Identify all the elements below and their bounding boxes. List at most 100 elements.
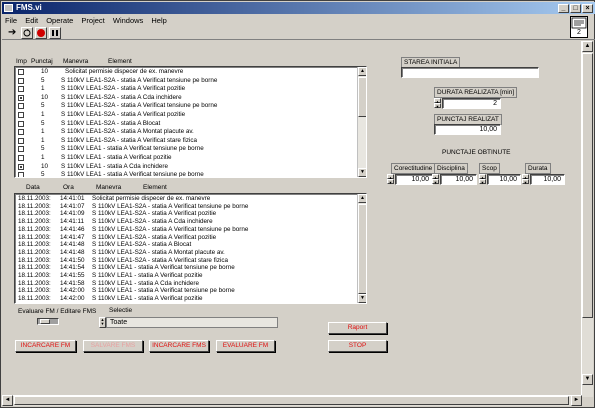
window-hscrollbar[interactable]: ◄ ► bbox=[2, 395, 582, 406]
log-list[interactable]: 18.11.2003: 14:42:00 S 110kV LEA1 - statia… bbox=[14, 193, 367, 304]
incarcare-fm-button[interactable]: INCARCARE FM bbox=[15, 340, 76, 352]
minimize-button[interactable]: _ bbox=[558, 4, 569, 13]
raport-button[interactable]: Raport bbox=[328, 322, 387, 334]
imp-checkbox[interactable] bbox=[18, 172, 24, 177]
imp-checkbox[interactable] bbox=[18, 137, 24, 144]
durata-stepper[interactable]: ▲ ▼ bbox=[434, 98, 441, 109]
imp-checkbox[interactable] bbox=[18, 146, 24, 153]
maneuver-text: S 110kV LEA1-S2A - statia A Blocat bbox=[61, 119, 161, 127]
list-item[interactable]: 5 S 110kV LEA1-S2A - statia A Blocat bbox=[15, 120, 355, 129]
scroll-right-icon[interactable]: ► bbox=[571, 395, 582, 406]
scroll-up-icon[interactable]: ▲ bbox=[582, 41, 593, 52]
list-item[interactable]: 5 S 110kV LEA1-S2A - statia A Verificat t… bbox=[15, 102, 355, 111]
list-item[interactable]: 5 S 110kV LEA1 - statia A Verificat tensi… bbox=[15, 171, 355, 177]
scroll-up-icon[interactable]: ▲ bbox=[358, 194, 366, 203]
log-row[interactable]: 18.11.2003: 14:41:09 S 110kV LEA1-S2A - st… bbox=[15, 210, 355, 218]
log-time: 14:41:50 bbox=[60, 256, 85, 264]
score-scop-field[interactable]: 10,00 bbox=[487, 174, 521, 185]
log-row[interactable]: 18.11.2003: 14:42:00 S 110kV LEA1 - statia… bbox=[15, 287, 355, 295]
imp-checkbox[interactable] bbox=[18, 112, 24, 118]
imp-checkbox[interactable] bbox=[18, 94, 24, 101]
score-disciplina-field[interactable]: 10,00 bbox=[440, 174, 477, 185]
log-row[interactable]: 18.11.2003: 14:41:47 S 110kV LEA1-S2A - st… bbox=[15, 234, 355, 242]
log-row[interactable]: 18.11.2003: 14:42:00 S 110kV LEA1 - statia… bbox=[15, 295, 355, 303]
punctaj-cell: 10 bbox=[41, 68, 49, 75]
log-row[interactable]: 18.11.2003: 14:41:54 S 110kV LEA1 - statia… bbox=[15, 264, 355, 272]
imp-checkbox[interactable] bbox=[18, 120, 24, 127]
corectitudine-stepper[interactable]: ▲ ▼ bbox=[387, 174, 394, 185]
log-time: 14:41:48 bbox=[60, 248, 85, 256]
score-durata-field[interactable]: 10,00 bbox=[530, 174, 565, 185]
menu-file[interactable]: File bbox=[2, 15, 20, 26]
selectie-spin-icon[interactable]: ▲ ▼ bbox=[99, 317, 106, 328]
scroll-down-icon[interactable]: ▼ bbox=[358, 294, 366, 303]
imp-checkbox[interactable] bbox=[18, 103, 24, 110]
run-continuous-icon[interactable] bbox=[21, 27, 33, 39]
imp-checkbox[interactable] bbox=[18, 129, 24, 136]
log-row[interactable]: 18.11.2003: 14:41:58 S 110kV LEA1 - statia… bbox=[15, 280, 355, 288]
imp-checkbox[interactable] bbox=[18, 77, 24, 84]
log-row[interactable]: 18.11.2003: 14:41:07 S 110kV LEA1-S2A - st… bbox=[15, 203, 355, 211]
disciplina-stepper[interactable]: ▲ ▼ bbox=[432, 174, 439, 185]
vscroll-thumb[interactable] bbox=[582, 53, 593, 318]
log-row[interactable]: 18.11.2003: 14:41:48 S 110kV LEA1-S2A - st… bbox=[15, 249, 355, 257]
scroll-up-icon[interactable]: ▲ bbox=[358, 67, 366, 76]
menu-help[interactable]: Help bbox=[148, 15, 169, 26]
log-text: S 110kV LEA1-S2A - statia A Verificat st… bbox=[92, 256, 229, 264]
imp-checkbox[interactable] bbox=[18, 155, 24, 161]
durata-realizata-field[interactable]: 2 bbox=[442, 98, 501, 109]
log-row[interactable]: 18.11.2003: 14:41:50 S 110kV LEA1-S2A - st… bbox=[15, 257, 355, 265]
menu-operate[interactable]: Operate bbox=[43, 15, 76, 26]
maximize-button[interactable]: □ bbox=[570, 4, 581, 13]
list-item[interactable]: 10 S 110kV LEA1 - statia A Cda inchidere bbox=[15, 163, 355, 172]
scroll-down-icon[interactable]: ▼ bbox=[358, 168, 366, 177]
imp-checkbox[interactable] bbox=[18, 86, 24, 93]
scop-stepper[interactable]: ▲ ▼ bbox=[479, 174, 486, 185]
mode-toggle-switch[interactable] bbox=[37, 318, 59, 325]
log-row[interactable]: 18.11.2003: 14:41:11 S 110kV LEA1-S2A - st… bbox=[15, 218, 355, 226]
scroll-left-icon[interactable]: ◄ bbox=[2, 395, 13, 406]
menu-edit[interactable]: Edit bbox=[22, 15, 41, 26]
evaluare-fm-button[interactable]: EVALUARE FM bbox=[216, 340, 275, 352]
run-arrow-icon[interactable]: ➔ bbox=[8, 27, 16, 39]
list-item[interactable]: 10 S 110kV LEA1-S2A - statia A Cda inchid… bbox=[15, 94, 355, 103]
list-item[interactable]: 10 Solicitat permisie dispecer de ex. man… bbox=[15, 68, 355, 77]
list-item[interactable]: 1 S 110kV LEA1-S2A - statia A Verificat s… bbox=[15, 137, 355, 146]
selectie-dropdown[interactable]: ▲ ▼ Toate bbox=[99, 317, 278, 328]
list-item[interactable]: 5 S 110kV LEA1-S2A - statia A Verificat t… bbox=[15, 77, 355, 86]
list-item[interactable]: 5 S 110kV LEA1 - statia A Verificat tensi… bbox=[15, 145, 355, 154]
menu-windows[interactable]: Windows bbox=[110, 15, 146, 26]
log-row[interactable]: 18.11.2003: 14:41:46 S 110kV LEA1-S2A - st… bbox=[15, 226, 355, 234]
imp-checkbox[interactable] bbox=[18, 69, 24, 75]
durata-score-stepper[interactable]: ▲ ▼ bbox=[522, 174, 529, 185]
maneuver-list[interactable]: 5 S 110kV LEA1 - statia A Verificat tensi… bbox=[14, 66, 367, 178]
score-corectitudine-field[interactable]: 10,00 bbox=[395, 174, 433, 185]
log-row[interactable]: 18.11.2003: 14:41:48 S 110kV LEA1-S2A - st… bbox=[15, 241, 355, 249]
log-list-scrollbar[interactable]: ▲ ▼ bbox=[357, 194, 366, 303]
log-row[interactable]: 18.11.2003: 14:41:01 Solicitat permisie di… bbox=[15, 195, 355, 203]
stop-button[interactable]: STOP bbox=[328, 340, 387, 352]
list-item[interactable]: 1 S 110kV LEA1-S2A - statia A Verificat p… bbox=[15, 85, 355, 94]
hscroll-thumb[interactable] bbox=[14, 396, 569, 405]
window-vscrollbar[interactable]: ▲ ▼ bbox=[581, 41, 593, 397]
log-text: S 110kV LEA1-S2A - statia A Montat placu… bbox=[92, 248, 225, 256]
pause-icon[interactable] bbox=[49, 27, 61, 39]
salvare-fms-button[interactable]: SALVARE FMS bbox=[83, 340, 143, 352]
close-button[interactable]: × bbox=[582, 4, 593, 13]
log-row[interactable]: 18.11.2003: 14:41:55 S 110kV LEA1 - statia… bbox=[15, 272, 355, 280]
scroll-down-icon[interactable]: ▼ bbox=[582, 374, 593, 385]
list-item[interactable]: 1 S 110kV LEA1 - statia A Verificat pozit… bbox=[15, 154, 355, 163]
scroll-thumb[interactable] bbox=[358, 204, 366, 294]
maneuver-list-scrollbar[interactable]: ▲ ▼ bbox=[357, 67, 366, 177]
punctaj-cell: 5 bbox=[41, 76, 45, 84]
menu-project[interactable]: Project bbox=[78, 15, 107, 26]
abort-icon[interactable] bbox=[35, 27, 47, 39]
log-time: 14:41:55 bbox=[60, 272, 85, 279]
imp-checkbox[interactable] bbox=[18, 163, 24, 170]
list-item[interactable]: 1 S 110kV LEA1-S2A - statia A Montat plac… bbox=[15, 128, 355, 137]
menu-bar: File Edit Operate Project Windows Help bbox=[2, 15, 595, 26]
scroll-thumb[interactable] bbox=[358, 77, 366, 117]
starea-initiala-field[interactable] bbox=[401, 67, 539, 78]
incarcare-fms-button[interactable]: INCARCARE FMS bbox=[149, 340, 209, 352]
list-item[interactable]: 1 S 110kV LEA1-S2A - statia A Verificat p… bbox=[15, 111, 355, 120]
